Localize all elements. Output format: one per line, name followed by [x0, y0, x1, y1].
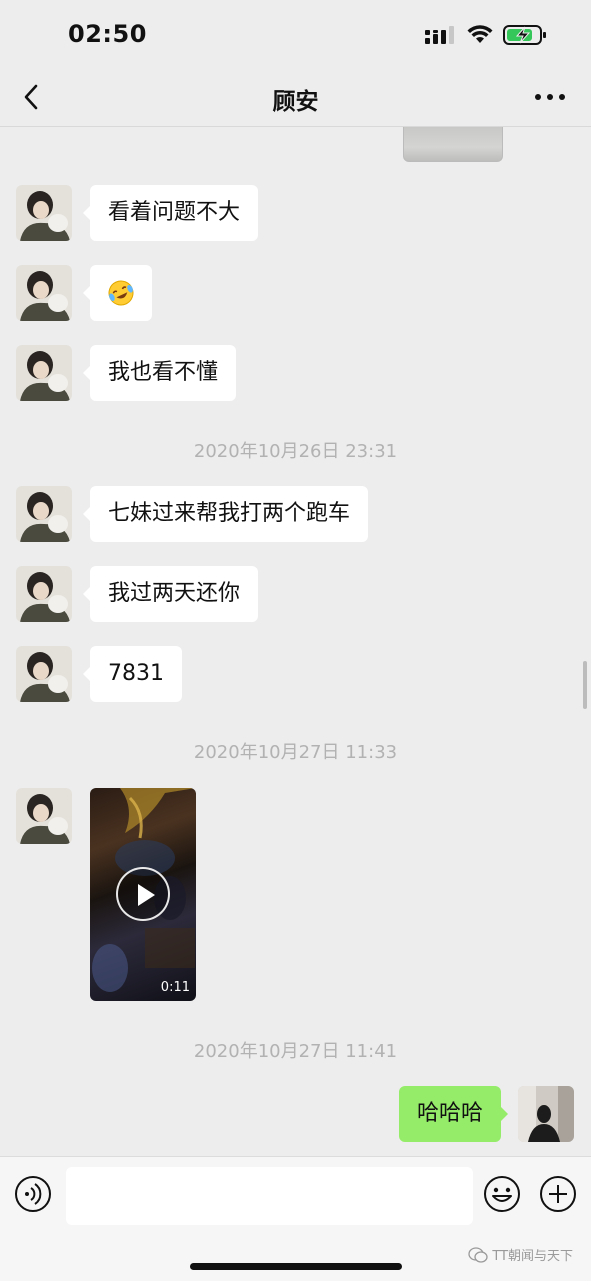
message-bubble[interactable]: 我也看不懂: [82, 345, 237, 401]
chat-title: 顾安: [272, 89, 319, 115]
plus-icon[interactable]: [539, 1175, 577, 1213]
status-bar: 02:50: [0, 0, 591, 70]
message-bubble[interactable]: 看着问题不大: [82, 185, 259, 241]
more-icon[interactable]: [533, 82, 567, 112]
image-message-partial[interactable]: [403, 127, 503, 162]
watermark: TT朝闻与天下: [468, 1245, 573, 1264]
wechat-logo-icon: [468, 1246, 488, 1263]
avatar[interactable]: [16, 185, 72, 241]
voice-icon[interactable]: [14, 1175, 52, 1213]
avatar-image: [16, 185, 72, 241]
emoji-icon[interactable]: [483, 1175, 521, 1213]
avatar-image: [518, 1086, 574, 1142]
message-bubble[interactable]: 7831: [83, 646, 182, 702]
signal-icon: [425, 26, 454, 44]
avatar-image: [16, 566, 72, 622]
message-bubble[interactable]: 我过两天还你: [82, 566, 259, 622]
wifi-icon: [467, 25, 493, 43]
input-bar: TT朝闻与天下: [0, 1156, 591, 1281]
avatar-image: [16, 486, 72, 542]
scroll-indicator[interactable]: [583, 661, 587, 709]
video-duration: 0:11: [160, 980, 190, 995]
timestamp: 2020年10月27日 11:41: [193, 1041, 398, 1062]
face-with-tears-of-joy-icon: [108, 280, 134, 306]
home-indicator[interactable]: [190, 1263, 402, 1270]
status-time: 02:50: [68, 20, 147, 48]
my-avatar[interactable]: [518, 1086, 574, 1142]
avatar-image: [16, 265, 72, 321]
play-icon[interactable]: [116, 867, 170, 921]
nav-bar: 顾安: [0, 70, 591, 127]
avatar[interactable]: [16, 486, 72, 542]
avatar-image: [16, 788, 72, 844]
timestamp: 2020年10月26日 23:31: [193, 441, 398, 462]
emoji-message-bubble[interactable]: [83, 265, 152, 321]
status-icons: [425, 23, 547, 47]
message-list[interactable]: 看着问题不大 我也看不懂 2020年10月26日 23:31 七妹过来帮我打两个…: [0, 127, 591, 1155]
avatar[interactable]: [16, 566, 72, 622]
battery-charging-icon: [503, 25, 546, 45]
avatar-image: [16, 646, 72, 702]
message-bubble-outgoing[interactable]: 哈哈哈: [398, 1086, 509, 1142]
watermark-text: TT朝闻与天下: [492, 1249, 573, 1264]
video-message[interactable]: 0:11: [90, 788, 196, 1001]
avatar[interactable]: [16, 345, 72, 401]
avatar[interactable]: [16, 265, 72, 321]
message-bubble[interactable]: 七妹过来帮我打两个跑车: [82, 486, 369, 542]
timestamp: 2020年10月27日 11:33: [193, 742, 398, 763]
message-input[interactable]: [66, 1167, 473, 1225]
avatar[interactable]: [16, 788, 72, 844]
avatar-image: [16, 345, 72, 401]
avatar[interactable]: [16, 646, 72, 702]
